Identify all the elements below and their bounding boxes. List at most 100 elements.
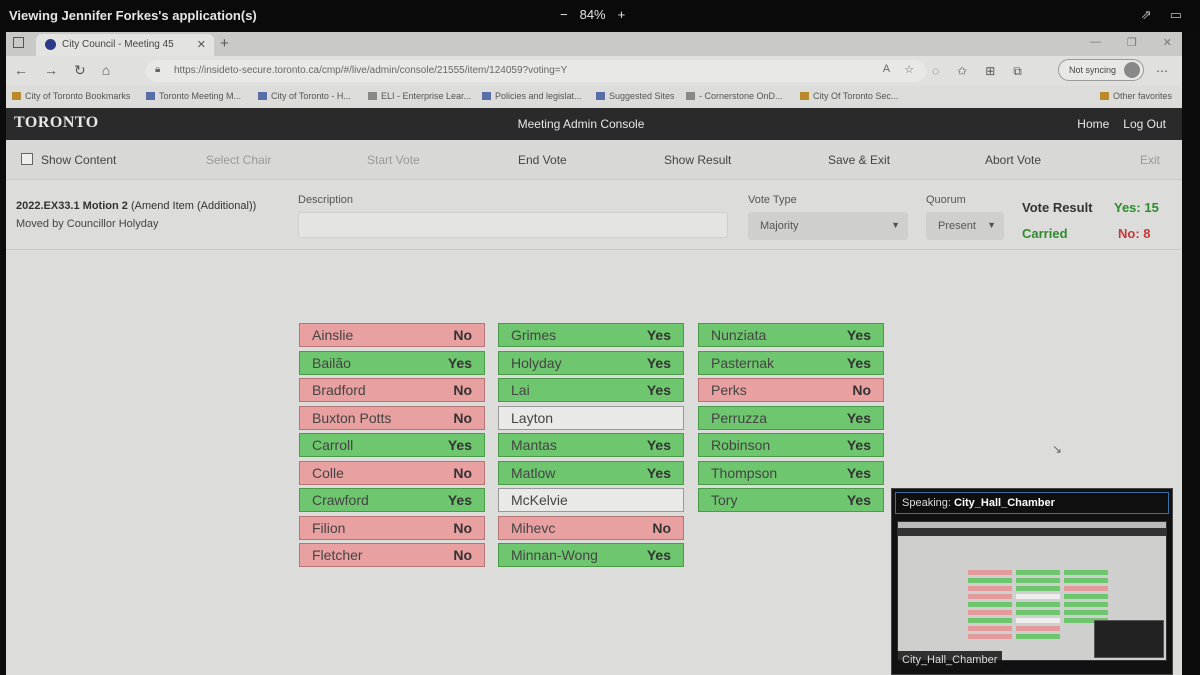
vote-row[interactable]: Ainslie No [299,323,485,347]
councillor-name: Mihevc [511,519,556,536]
bookmark-item[interactable]: City Of Toronto Sec... [800,91,898,101]
minimize-icon[interactable]: — [1090,36,1101,49]
zoom-in-button[interactable]: + [618,7,626,22]
councillor-name: Matlow [511,464,556,481]
vote-value: No [453,382,472,398]
vote-row[interactable]: Mantas Yes [498,433,684,457]
vote-row[interactable]: Matlow Yes [498,460,684,485]
vote-row[interactable]: Carroll Yes [299,433,485,457]
bookmark-item[interactable]: ELI - Enterprise Lear... [368,91,471,101]
end-vote-button[interactable]: End Vote [518,153,567,167]
select-chair-button[interactable]: Select Chair [206,153,271,167]
new-tab-icon[interactable]: + [220,35,229,52]
vote-row[interactable]: Perruzza Yes [698,405,884,430]
share-title: Viewing Jennifer Forkes's application(s) [9,8,257,23]
bookmark-item[interactable]: Policies and legislat... [482,91,582,101]
show-content-checkbox[interactable] [21,153,33,165]
vote-row[interactable]: Mihevc No [498,515,684,540]
video-thumbnail[interactable] [897,521,1167,661]
zoom-level: 84% [579,7,606,22]
other-favorites[interactable]: Other favorites [1100,91,1172,101]
page-icon [368,92,377,100]
page-icon [146,92,155,100]
save-exit-button[interactable]: Save & Exit [828,153,890,167]
exit-button[interactable]: Exit [1140,153,1160,167]
split-screen-icon[interactable]: ⊞ [985,64,995,79]
vote-row[interactable]: Tory Yes [698,488,884,512]
video-label: City_Hall_Chamber [897,651,1003,669]
collections-icon[interactable]: ⧉ [1013,64,1022,79]
no-count: No: 8 [1118,226,1151,241]
vote-value: Yes [646,354,671,371]
zoom-out-button[interactable]: − [560,7,568,22]
vote-row[interactable]: Bailão Yes [299,350,485,375]
description-input[interactable] [298,212,728,238]
vote-row[interactable]: Holyday Yes [498,350,684,375]
vote-value: Yes [447,492,472,508]
show-result-button[interactable]: Show Result [664,153,731,167]
vote-row[interactable]: McKelvie [498,488,684,512]
speaking-indicator: Speaking: City_Hall_Chamber [895,492,1169,514]
vote-row[interactable]: Thompson Yes [698,460,884,485]
tab-city-council[interactable]: City Council - Meeting 45 ✕ [36,34,214,56]
bookmark-item[interactable]: - Cornerstone OnD... [686,91,783,101]
close-tab-icon[interactable]: ✕ [197,38,206,51]
extensions-icon[interactable]: ◌ [932,64,939,79]
vote-row[interactable]: Buxton Potts No [299,405,485,430]
vote-row[interactable]: Pasternak Yes [698,350,884,375]
vote-row[interactable]: Robinson Yes [698,433,884,457]
vote-type-select[interactable]: Majority ▼ [748,212,908,240]
app-header: TORONTO Meeting Admin Console Home Log O… [6,108,1182,140]
vote-row[interactable]: Colle No [299,460,485,485]
abort-vote-button[interactable]: Abort Vote [985,153,1041,167]
home-link[interactable]: Home [1077,117,1109,131]
vote-row[interactable]: Nunziata Yes [698,323,884,347]
window-controls: — ❐ ✕ [1090,36,1172,49]
maximize-icon[interactable]: ❐ [1127,36,1137,49]
extension-icons: ◌ ✩ ⊞ ⧉ [932,64,1022,79]
favorite-star-icon[interactable]: ☆ [904,63,914,76]
vote-value: Yes [846,409,871,426]
vote-result-status: Carried [1022,226,1068,241]
motion-info: 2022.EX33.1 Motion 2 (Amend Item (Additi… [6,180,1182,250]
show-content-label[interactable]: Show Content [41,153,116,167]
tab-actions-icon[interactable] [13,37,24,48]
vote-value: Yes [846,464,871,481]
vote-row[interactable]: Perks No [698,378,884,402]
bookmark-item[interactable]: City of Toronto Bookmarks [12,91,130,101]
pointer-icon[interactable]: ⇗ [1141,7,1152,23]
vote-row[interactable]: Bradford No [299,378,485,402]
vote-row[interactable]: Grimes Yes [498,323,684,347]
bookmark-item[interactable]: Suggested Sites [596,91,675,101]
folder-icon [12,92,21,100]
vote-type-label: Vote Type [748,194,797,206]
yes-count: Yes: 15 [1114,200,1159,215]
refresh-icon[interactable]: ↻ [74,62,86,79]
vote-row[interactable]: Layton [498,405,684,430]
more-menu-icon[interactable]: ⋯ [1156,64,1168,78]
start-vote-button[interactable]: Start Vote [367,153,420,167]
logout-link[interactable]: Log Out [1123,117,1166,131]
favorites-icon[interactable]: ✩ [957,64,967,79]
councillor-name: Ainslie [312,327,354,343]
popout-icon[interactable]: ▭ [1170,7,1182,23]
vote-row[interactable]: Crawford Yes [299,488,485,512]
sync-button[interactable]: Not syncing [1058,59,1144,81]
vote-row[interactable]: Filion No [299,515,485,540]
vote-row[interactable]: Lai Yes [498,378,684,402]
page-icon [800,92,809,100]
quorum-select[interactable]: Present ▼ [926,212,1004,240]
bookmark-item[interactable]: City of Toronto - H... [258,91,351,101]
forward-icon[interactable]: → [44,62,58,79]
back-icon[interactable]: ← [14,62,28,79]
vote-row[interactable]: Minnan-Wong Yes [498,543,684,567]
vote-row[interactable]: Fletcher No [299,543,485,567]
share-controls: ⇗ ▭ [1141,7,1182,23]
url-input[interactable]: 🔒︎ https://insideto-secure.toronto.ca/cm… [146,60,926,82]
vote-value: No [852,382,871,398]
close-window-icon[interactable]: ✕ [1163,36,1172,49]
bookmark-item[interactable]: Toronto Meeting M... [146,91,241,101]
read-aloud-icon[interactable]: A [883,63,890,76]
home-icon[interactable]: ⌂ [102,62,110,79]
favicon-icon [45,39,56,50]
